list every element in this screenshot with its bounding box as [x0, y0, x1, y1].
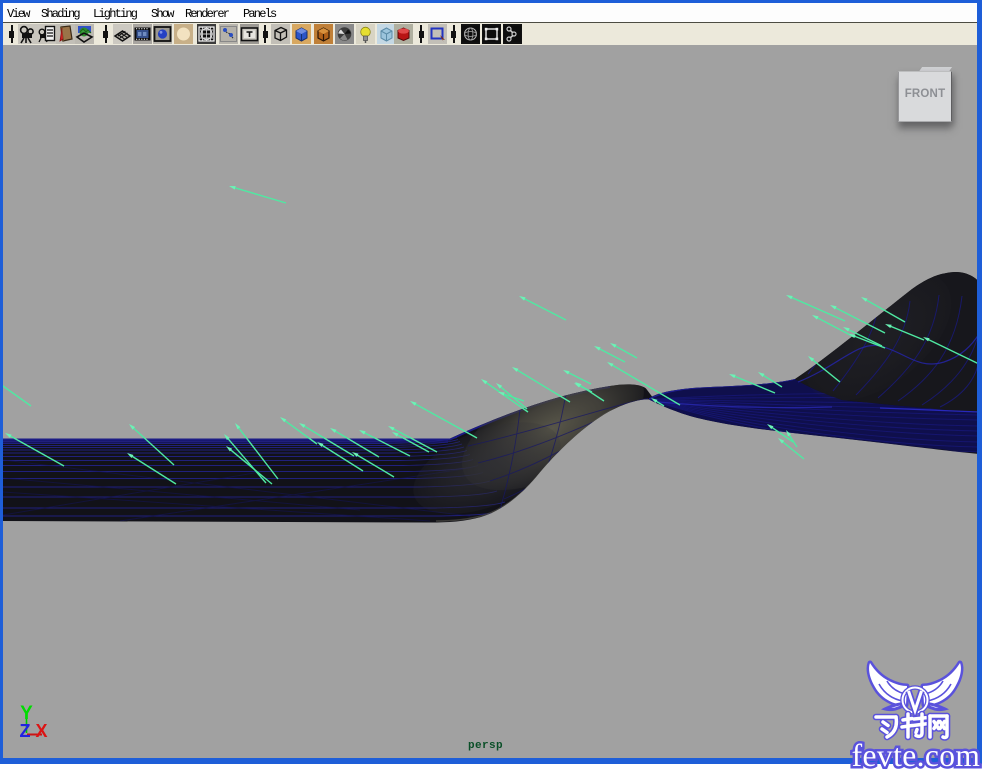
- svg-text:X: X: [35, 721, 47, 741]
- svg-text:Z: Z: [20, 721, 31, 741]
